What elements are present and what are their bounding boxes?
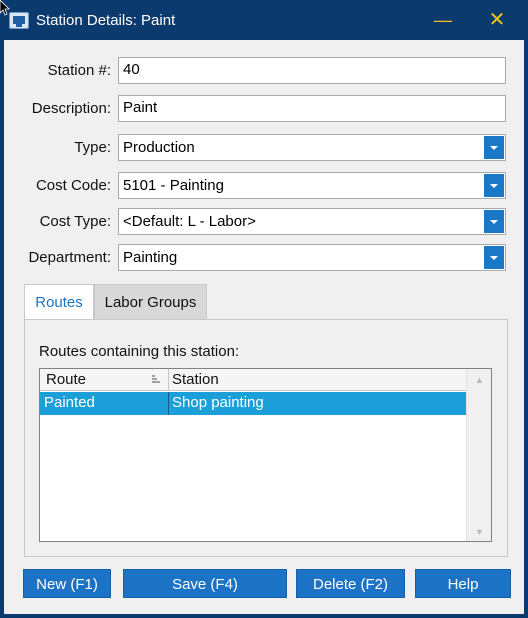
cost-code-dropdown[interactable]: 5101 - Painting	[118, 172, 506, 199]
sort-icon[interactable]	[151, 374, 162, 385]
save-button[interactable]: Save (F4)	[123, 569, 287, 598]
vertical-scrollbar[interactable]: ▲ ▼	[466, 369, 491, 541]
station-number-field[interactable]: 40	[118, 57, 506, 84]
scroll-down-arrow-icon[interactable]: ▼	[475, 527, 484, 537]
cost-code-dropdown-button[interactable]	[484, 174, 504, 197]
department-dropdown[interactable]: Painting	[118, 244, 506, 271]
description-label: Description:	[31, 100, 111, 117]
chevron-down-icon	[490, 184, 498, 188]
type-value: Production	[123, 139, 195, 156]
minimize-button[interactable]: —	[426, 6, 460, 34]
description-field[interactable]: Paint	[118, 95, 506, 122]
cell-station: Shop painting	[172, 394, 264, 411]
column-divider[interactable]	[168, 369, 169, 391]
tab-labor-groups[interactable]: Labor Groups	[94, 284, 207, 320]
scroll-up-arrow-icon[interactable]: ▲	[475, 375, 484, 385]
chevron-down-icon	[490, 146, 498, 150]
help-button[interactable]: Help	[415, 569, 511, 598]
department-label: Department:	[28, 249, 111, 266]
routes-grid[interactable]: Route Station Painted Shop painting ▲ ▼	[39, 368, 492, 542]
chevron-down-icon	[490, 220, 498, 224]
column-header-station[interactable]: Station	[172, 371, 219, 388]
station-details-window: Station Details: Paint — ✕ Station #: 40…	[0, 0, 528, 618]
cost-type-dropdown-button[interactable]	[484, 210, 504, 233]
dialog-body: Station #: 40 Description: Paint Type: P…	[4, 40, 524, 614]
title-bar[interactable]: Station Details: Paint — ✕	[0, 0, 528, 40]
table-row[interactable]: Painted Shop painting	[40, 392, 466, 415]
app-icon	[9, 12, 29, 29]
column-header-route[interactable]: Route	[46, 371, 86, 388]
window-title: Station Details: Paint	[36, 12, 176, 29]
department-dropdown-button[interactable]	[484, 246, 504, 269]
department-value: Painting	[123, 249, 178, 266]
cell-route: Painted	[44, 394, 95, 411]
close-button[interactable]: ✕	[480, 6, 514, 34]
cost-type-dropdown[interactable]: <Default: L - Labor>	[118, 208, 506, 235]
routes-tab-panel: Routes containing this station: Route St…	[24, 319, 508, 557]
tab-routes[interactable]: Routes	[24, 284, 94, 320]
type-label: Type:	[74, 139, 111, 156]
cost-code-label: Cost Code:	[35, 177, 111, 194]
cost-type-label: Cost Type:	[39, 213, 111, 230]
station-number-label: Station #:	[47, 62, 111, 79]
cost-type-value: <Default: L - Labor>	[123, 213, 256, 230]
type-dropdown[interactable]: Production	[118, 134, 506, 161]
type-dropdown-button[interactable]	[484, 136, 504, 159]
mouse-pointer-icon	[0, 0, 10, 16]
chevron-down-icon	[490, 256, 498, 260]
delete-button[interactable]: Delete (F2)	[296, 569, 405, 598]
cell-divider	[168, 392, 169, 415]
grid-header: Route Station	[40, 369, 466, 391]
cost-code-value: 5101 - Painting	[123, 177, 224, 194]
routes-caption: Routes containing this station:	[39, 343, 240, 360]
new-button[interactable]: New (F1)	[23, 569, 111, 598]
